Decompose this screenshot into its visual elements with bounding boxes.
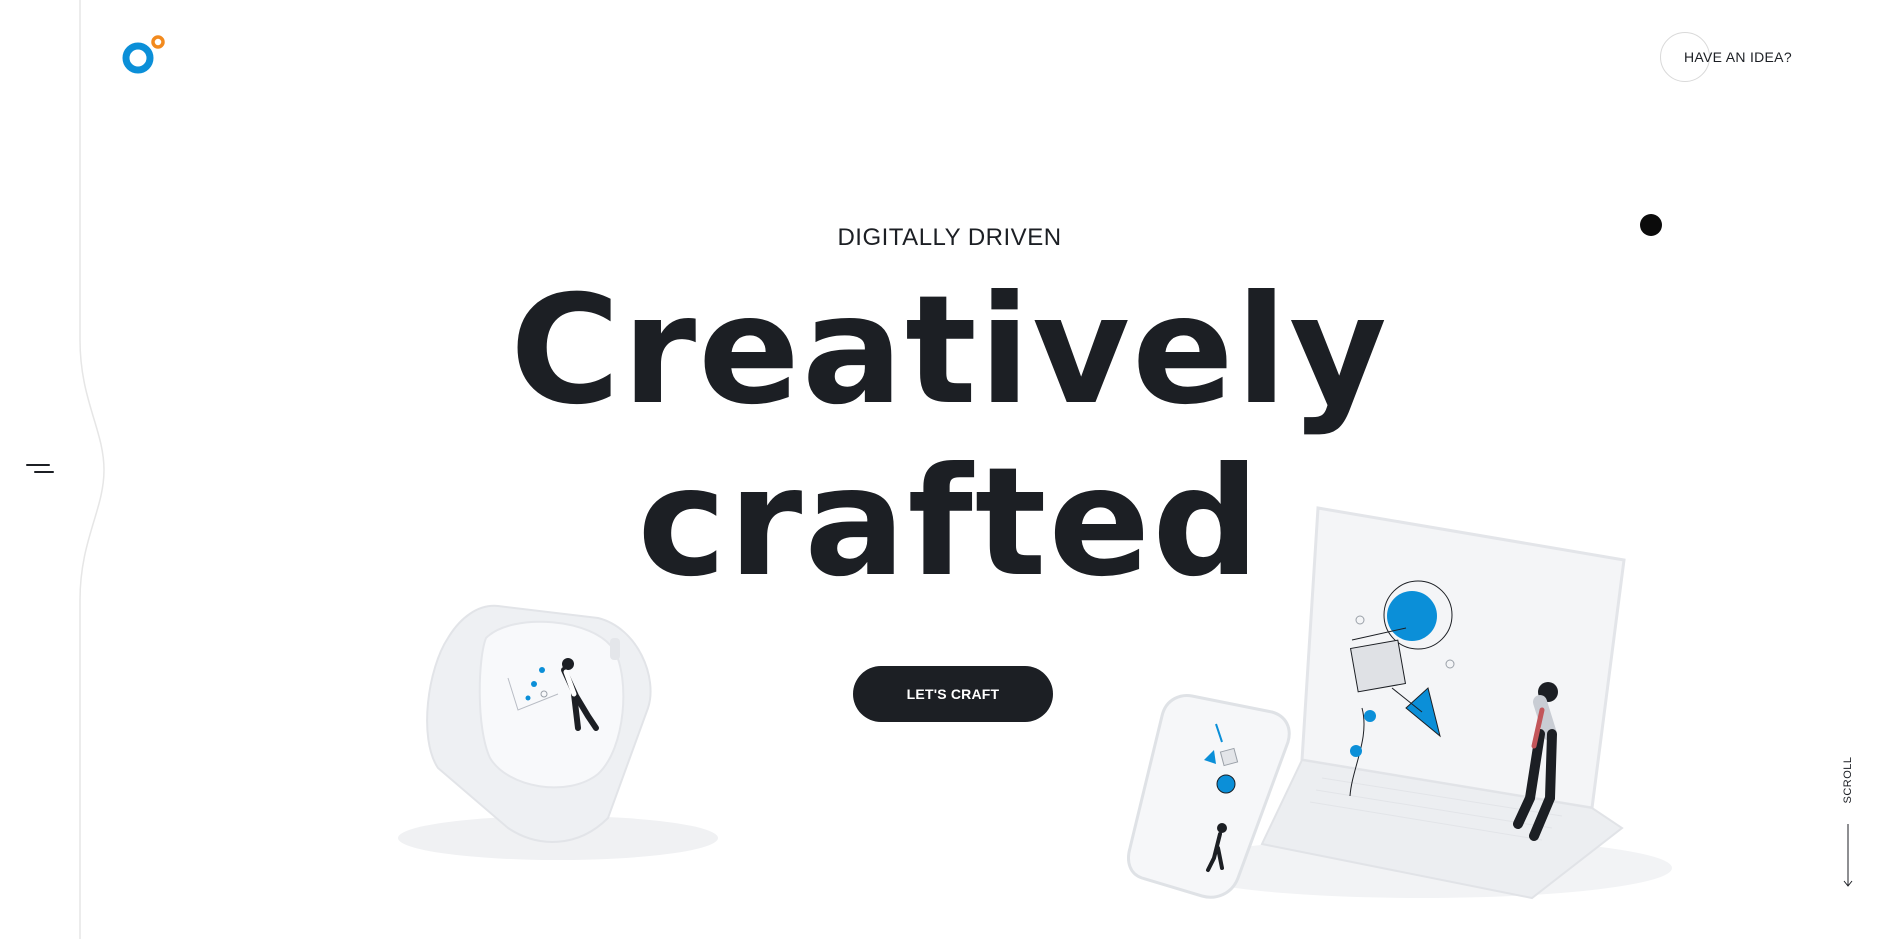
lets-craft-button[interactable]: LET'S CRAFT [853, 666, 1053, 722]
hero-eyebrow: DIGITALLY DRIVEN [837, 224, 1062, 251]
smartwatch-illustration [398, 604, 718, 860]
page: HAVE AN IDEA? DIGITALLY DRIVEN Creativel… [0, 0, 1899, 939]
laptop-phone-illustration [1127, 506, 1672, 900]
scroll-indicator[interactable]: SCROLL [1836, 756, 1860, 888]
cta-label: HAVE AN IDEA? [1684, 49, 1792, 65]
rings-logo-icon[interactable] [120, 34, 166, 76]
arrow-down-icon [1843, 824, 1853, 887]
scroll-label: SCROLL [1842, 756, 1854, 804]
have-an-idea-link[interactable]: HAVE AN IDEA? [1660, 32, 1792, 82]
hero-headline-line1: Creatively [510, 264, 1389, 438]
